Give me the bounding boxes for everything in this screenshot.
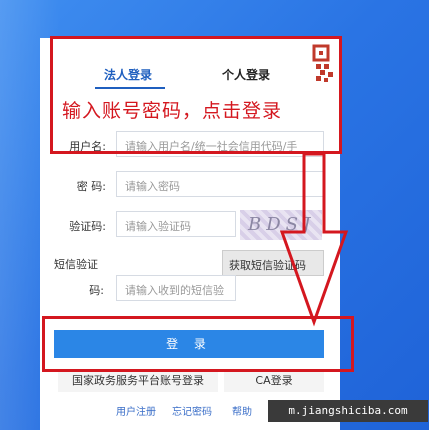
ca-login-button[interactable]: CA登录 [224, 370, 324, 392]
annotation-arrow-icon [280, 152, 349, 327]
sms-label-line1: 短信验证 [54, 258, 98, 271]
register-link[interactable]: 用户注册 [116, 403, 156, 418]
annotation-box-login [42, 316, 354, 372]
sms-label-line2: 码: [89, 284, 104, 297]
help-link[interactable]: 帮助 [232, 403, 252, 418]
password-label: 密 码: [76, 180, 106, 193]
national-platform-login-button[interactable]: 国家政务服务平台账号登录 [58, 370, 218, 392]
annotation-box-credentials [50, 36, 342, 154]
annotation-instruction: 输入账号密码，点击登录 [62, 100, 283, 122]
sms-code-input[interactable]: 请输入收到的短信验 [116, 275, 236, 301]
captcha-label: 验证码: [69, 220, 106, 233]
site-watermark: m.jiangshiciba.com [268, 400, 428, 422]
forgot-password-link[interactable]: 忘记密码 [172, 403, 212, 418]
captcha-input[interactable]: 请输入验证码 [116, 211, 236, 237]
